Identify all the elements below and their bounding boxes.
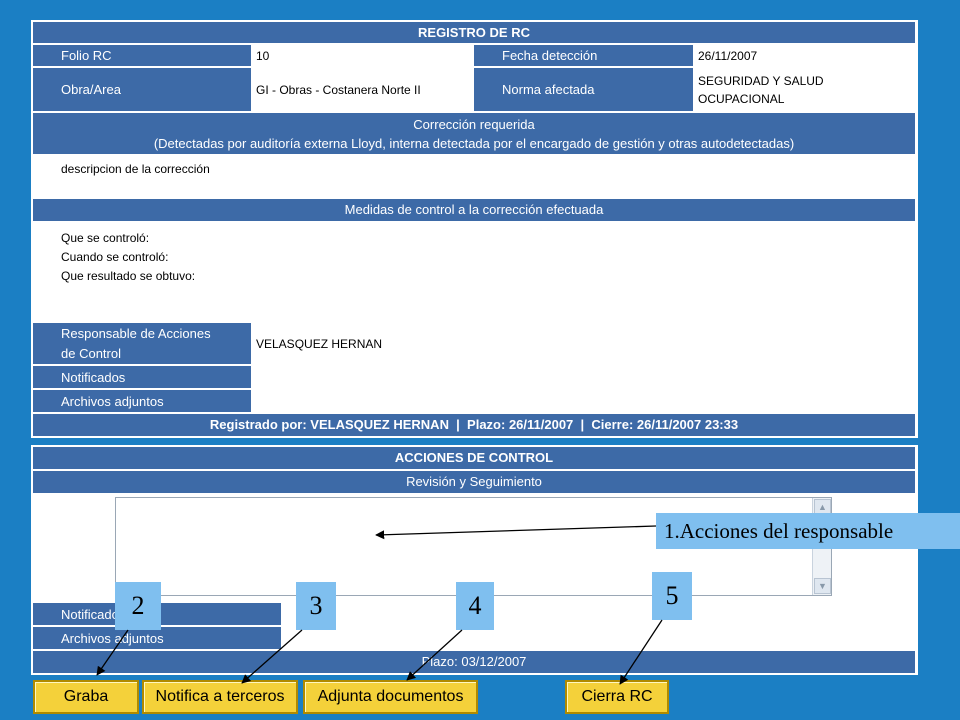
notifica-terceros-button[interactable]: Notifica a terceros [142,680,298,714]
callout-3: 3 [296,582,336,630]
medidas-line-1: Que se controló: [61,231,150,245]
scroll-down-icon[interactable]: ▼ [814,578,831,594]
fecha-deteccion-label: Fecha detección [474,45,693,66]
correccion-text[interactable]: descripcion de la corrección [33,156,915,197]
folio-label: Folio RC [33,45,251,66]
responsable-label-line-2: de Control [61,345,121,361]
norma-afectada-label: Norma afectada [474,68,693,111]
callout-4: 4 [456,582,494,630]
correccion-subtitle: (Detectadas por auditoría externa Lloyd,… [153,136,795,151]
obra-area-field[interactable]: GI - Obras - Costanera Norte II [253,68,472,111]
callout-2: 2 [115,582,161,630]
notificados-label: Notificados [33,366,251,388]
registro-title: REGISTRO DE RC [33,22,915,43]
acciones-archivos-label: Archivos adjuntos [33,627,281,649]
responsable-label-line-1: Responsable de Acciones [61,325,211,341]
medidas-header: Medidas de control a la corrección efect… [33,199,915,221]
adjunta-documentos-button[interactable]: Adjunta documentos [303,680,478,714]
acciones-plazo: Plazo: 03/12/2007 [33,651,915,673]
callout-5: 5 [652,572,692,620]
norma-line-1: SEGURIDAD Y SALUD [698,73,824,88]
folio-field[interactable]: 10 [253,45,472,66]
revision-seguimiento-header: Revisión y Seguimiento [33,471,915,493]
correccion-header: Corrección requerida (Detectadas por aud… [33,113,915,154]
callout-1: 1.Acciones del responsable [656,513,960,549]
cierra-rc-button[interactable]: Cierra RC [565,680,669,714]
responsable-field[interactable]: VELASQUEZ HERNAN [253,323,915,364]
fecha-deteccion-field[interactable]: 26/11/2007 [695,45,915,66]
medidas-line-3: Que resultado se obtuvo: [61,269,196,283]
correccion-title: Corrección requerida [413,117,535,132]
responsable-label: Responsable de Acciones de Control [33,323,251,364]
archivos-label: Archivos adjuntos [33,390,251,412]
archivos-field[interactable] [253,390,915,412]
notificados-field[interactable] [253,366,915,388]
norma-line-2: OCUPACIONAL [698,91,785,106]
obra-area-label: Obra/Area [33,68,251,111]
acciones-archivos-field[interactable] [283,627,915,649]
graba-button[interactable]: Graba [33,680,139,714]
medidas-line-2: Cuando se controló: [61,250,169,264]
medidas-text[interactable]: Que se controló: Cuando se controló: Que… [33,223,915,321]
acciones-notificados-field[interactable] [283,603,915,625]
registro-footer: Registrado por: VELASQUEZ HERNAN | Plazo… [33,414,915,436]
acciones-title: ACCIONES DE CONTROL [33,447,915,469]
norma-afectada-field[interactable]: SEGURIDAD Y SALUD OCUPACIONAL [695,68,915,111]
